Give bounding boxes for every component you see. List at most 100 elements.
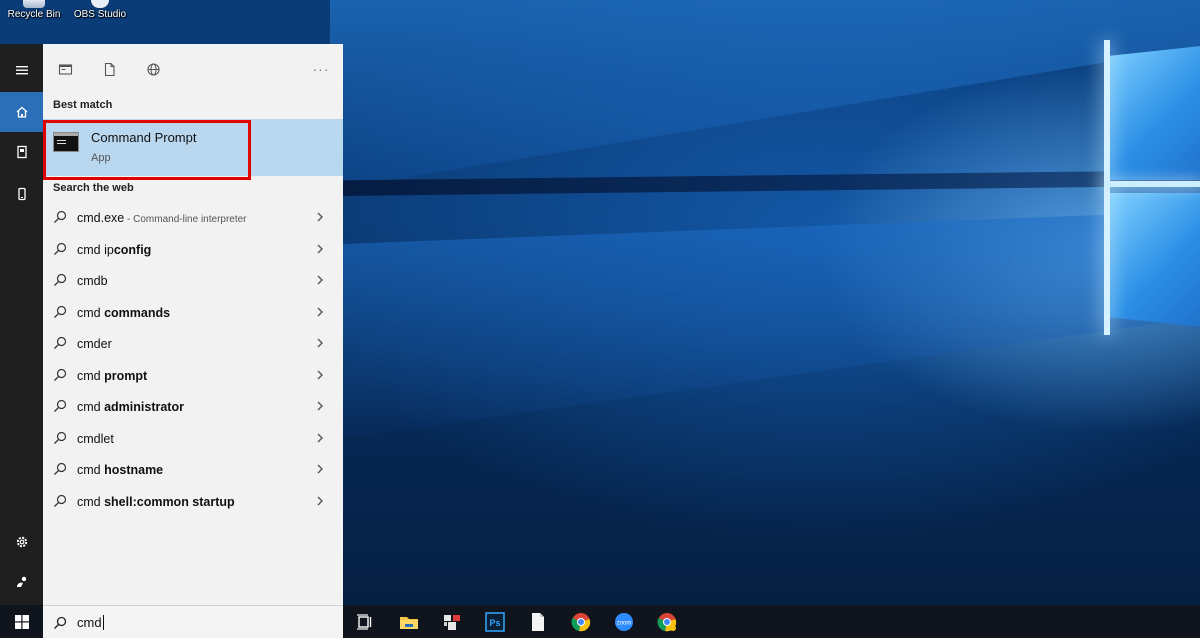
taskbar-zoom-button[interactable]: zoom	[612, 610, 636, 634]
web-result-text: cmd ipconfig	[77, 243, 151, 257]
web-result-query: cmd.exe	[77, 211, 125, 225]
search-icon	[53, 616, 67, 630]
taskbar-app-button[interactable]	[440, 610, 464, 634]
chevron-right-icon[interactable]	[315, 462, 327, 476]
more-options-button[interactable]: ···	[311, 60, 331, 78]
chrome-icon	[571, 613, 591, 632]
chevron-right-icon[interactable]	[315, 210, 327, 224]
windows-logo-divider-horizontal	[1104, 181, 1200, 187]
filter-web-tab[interactable]	[144, 60, 162, 78]
search-icon	[53, 273, 67, 287]
chrome-icon	[657, 613, 677, 632]
chevron-right-icon[interactable]	[315, 368, 327, 382]
web-result-query: cmd	[77, 463, 105, 477]
desktop-icon-obs-studio[interactable]: OBS Studio	[65, 0, 135, 30]
windows-logo-pane-top	[1110, 45, 1200, 180]
search-the-web-heading: Search the web	[53, 182, 134, 194]
web-result-row[interactable]: cmd hostname	[43, 455, 343, 487]
chevron-right-icon[interactable]	[315, 273, 327, 287]
documents-icon	[16, 145, 27, 159]
rail-phone-button[interactable]	[0, 174, 43, 214]
web-result-row[interactable]: cmd prompt	[43, 361, 343, 393]
photoshop-icon: Ps	[485, 612, 505, 632]
text-caret	[103, 615, 104, 630]
wallpaper-light-beam	[330, 0, 1200, 190]
taskbar-search-box[interactable]	[43, 605, 343, 638]
chevron-right-icon[interactable]	[315, 336, 327, 350]
web-result-row[interactable]: cmd shell:common startup	[43, 487, 343, 519]
taskbar-chrome-button-2[interactable]	[655, 610, 679, 634]
filter-documents-tab[interactable]	[100, 60, 118, 78]
search-icon	[53, 305, 67, 319]
web-result-text: cmd hostname	[77, 463, 163, 477]
web-result-query: cmd	[77, 368, 105, 383]
web-result-row[interactable]: cmd.exe - Command-line interpreter	[43, 203, 343, 235]
search-icon	[53, 462, 67, 476]
web-result-text: cmd prompt	[77, 369, 147, 383]
taskbar-task-view-button[interactable]	[353, 610, 377, 634]
web-result-row[interactable]: cmder	[43, 329, 343, 361]
desktop-icon-label: OBS Studio	[73, 9, 127, 20]
search-input[interactable]	[77, 612, 327, 632]
windows-start-icon	[14, 614, 29, 629]
phone-icon	[17, 187, 26, 201]
web-result-row[interactable]: cmdlet	[43, 424, 343, 456]
wallpaper-light-beam-lower	[330, 210, 1200, 440]
web-result-query: cmdlet	[77, 431, 114, 446]
rail-expand-button[interactable]	[0, 50, 43, 90]
recycle-bin-icon	[23, 0, 45, 8]
web-result-row[interactable]: cmdb	[43, 266, 343, 298]
rail-documents-button[interactable]	[0, 132, 43, 172]
taskbar-document-button[interactable]	[526, 610, 550, 634]
rail-settings-button[interactable]	[0, 522, 43, 562]
photoshop-label: Ps	[489, 618, 500, 628]
wallpaper-shadow-band	[340, 170, 1200, 196]
taskbar-photoshop-button[interactable]: Ps	[483, 610, 507, 634]
web-result-text: cmd commands	[77, 306, 170, 320]
annotation-highlight-box	[43, 120, 251, 180]
zoom-label: zoom	[617, 621, 632, 627]
chevron-right-icon[interactable]	[315, 242, 327, 256]
taskbar-file-explorer-button[interactable]	[397, 610, 421, 634]
web-result-suggestion: config	[113, 242, 152, 257]
task-view-icon	[357, 614, 372, 630]
web-result-row[interactable]: cmd ipconfig	[43, 235, 343, 267]
user-account-icon	[16, 576, 26, 587]
desktop-icon-label: Recycle Bin	[7, 9, 61, 20]
settings-gear-icon	[16, 536, 27, 548]
taskbar-chrome-button[interactable]	[569, 610, 593, 634]
filter-apps-tab[interactable]	[56, 60, 74, 78]
hamburger-menu-icon	[15, 66, 28, 75]
best-match-heading: Best match	[53, 99, 113, 111]
web-result-query: cmd	[77, 494, 105, 509]
web-globe-icon	[146, 62, 160, 76]
search-results-panel: ··· Best match Command Prompt App Search…	[43, 44, 343, 605]
search-icon	[53, 399, 67, 413]
chevron-right-icon[interactable]	[315, 399, 327, 413]
web-result-text: cmd administrator	[77, 400, 184, 414]
chevron-right-icon[interactable]	[315, 431, 327, 445]
web-result-text: cmdlet	[77, 432, 114, 446]
search-icon	[53, 210, 67, 224]
web-result-suggestion: commands	[104, 305, 171, 320]
web-result-row[interactable]: cmd administrator	[43, 392, 343, 424]
web-result-query: cmdb	[77, 274, 108, 288]
desktop-icon-recycle-bin[interactable]: Recycle Bin	[0, 0, 69, 30]
obs-studio-icon	[91, 0, 109, 8]
web-result-description: - Command-line interpreter	[124, 214, 247, 225]
web-result-text: cmder	[77, 337, 112, 351]
start-button[interactable]	[0, 605, 43, 638]
search-icon	[53, 242, 67, 256]
rail-account-button[interactable]	[0, 562, 43, 602]
search-icon	[53, 368, 67, 382]
web-result-row[interactable]: cmd commands	[43, 298, 343, 330]
web-result-text: cmdb	[77, 274, 108, 288]
chevron-right-icon[interactable]	[315, 305, 327, 319]
web-result-query: cmd	[77, 305, 105, 320]
windows-logo-divider	[1104, 40, 1110, 335]
rail-home-button[interactable]	[0, 92, 43, 132]
chevron-right-icon[interactable]	[315, 494, 327, 508]
start-menu-rail	[0, 44, 43, 638]
web-result-suggestion: administrator	[104, 400, 184, 414]
web-result-suggestion: shell:common startup	[104, 494, 235, 509]
